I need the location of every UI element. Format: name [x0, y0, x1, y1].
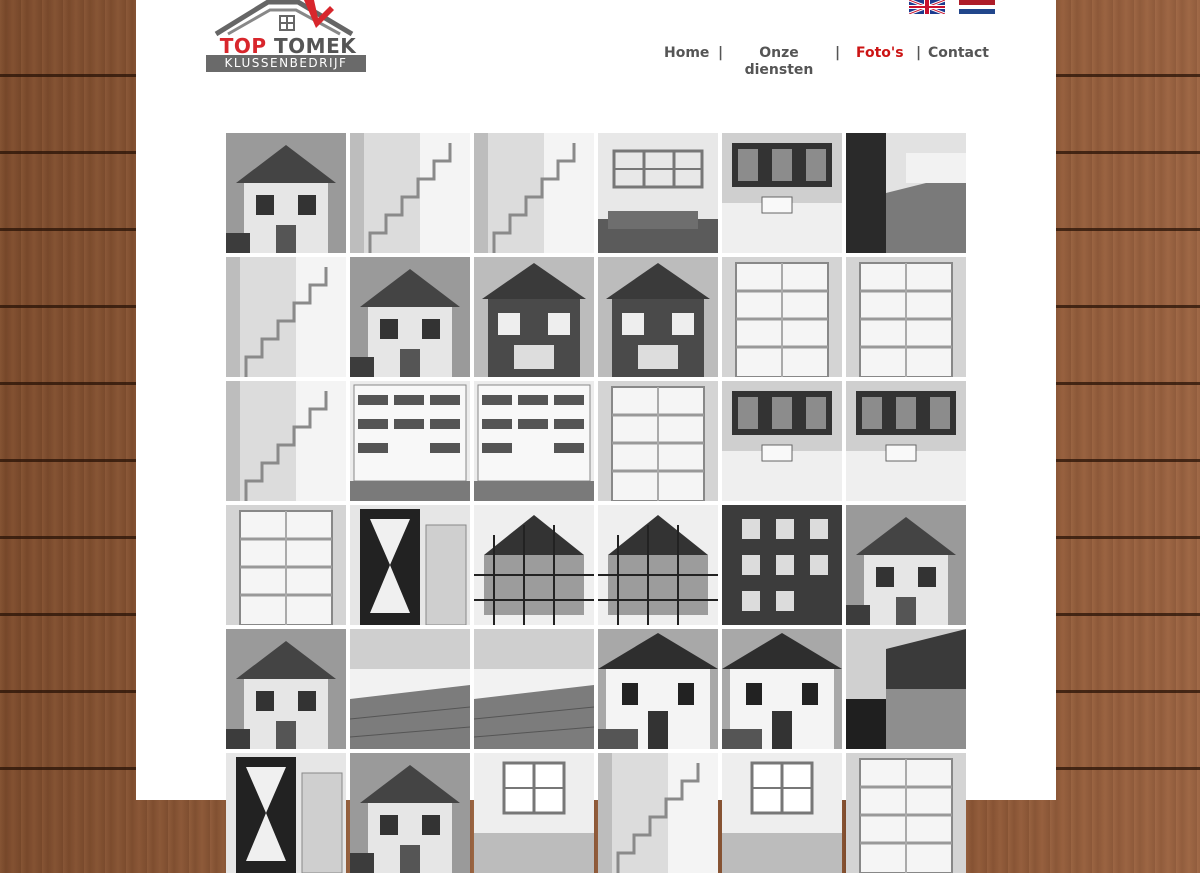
- photo-wall: [846, 629, 966, 749]
- photo-door: [350, 505, 470, 625]
- gallery-thumbnail[interactable]: [598, 257, 718, 377]
- photo-scaffold: [474, 505, 594, 625]
- photo-stairs: [226, 381, 346, 501]
- gallery-thumbnail[interactable]: [226, 505, 346, 625]
- gallery-thumbnail[interactable]: [722, 629, 842, 749]
- gallery-thumbnail[interactable]: [846, 133, 966, 253]
- nav-fotos[interactable]: Foto's: [856, 45, 904, 61]
- gallery-thumbnail[interactable]: [474, 133, 594, 253]
- photo-building: [722, 505, 842, 625]
- gallery-thumbnail[interactable]: [474, 381, 594, 501]
- photo-house: [226, 629, 346, 749]
- flag-en-icon[interactable]: [909, 0, 945, 14]
- gallery-thumbnail[interactable]: [598, 629, 718, 749]
- main-navigation: Home | Onze diensten | Foto's | Contact: [656, 44, 1016, 84]
- photo-whitehouse: [598, 629, 718, 749]
- photo-window: [722, 753, 842, 873]
- photo-bookcase: [350, 381, 470, 501]
- photo-stairs: [474, 133, 594, 253]
- gallery-thumbnail[interactable]: [350, 505, 470, 625]
- photo-brickhouse: [598, 257, 718, 377]
- photo-stairs: [598, 753, 718, 873]
- photo-house: [350, 257, 470, 377]
- gallery-thumbnail[interactable]: [598, 505, 718, 625]
- photo-gallery: [226, 133, 970, 873]
- gallery-thumbnail[interactable]: [846, 753, 966, 873]
- photo-house: [226, 133, 346, 253]
- photo-door: [226, 753, 346, 873]
- gallery-thumbnail[interactable]: [474, 505, 594, 625]
- logo[interactable]: TOP TOMEK KLUSSENBEDRIJF: [206, 0, 368, 76]
- gallery-thumbnail[interactable]: [846, 629, 966, 749]
- nav-separator: |: [835, 45, 841, 61]
- photo-stairs: [226, 257, 346, 377]
- photo-cabinet: [598, 381, 718, 501]
- photo-floor: [350, 629, 470, 749]
- gallery-thumbnail[interactable]: [226, 753, 346, 873]
- nav-contact[interactable]: Contact: [928, 45, 989, 61]
- gallery-thumbnail[interactable]: [598, 753, 718, 873]
- nav-separator: |: [718, 45, 724, 61]
- photo-cabinet: [846, 257, 966, 377]
- photo-interior: [722, 133, 842, 253]
- gallery-thumbnail[interactable]: [722, 381, 842, 501]
- gallery-thumbnail[interactable]: [350, 753, 470, 873]
- logo-subtitle: KLUSSENBEDRIJF: [206, 55, 366, 72]
- gallery-thumbnail[interactable]: [226, 133, 346, 253]
- photo-house: [846, 505, 966, 625]
- gallery-thumbnail[interactable]: [722, 505, 842, 625]
- nav-onze-diensten[interactable]: Onze diensten: [730, 45, 828, 79]
- photo-house: [350, 753, 470, 873]
- gallery-thumbnail[interactable]: [846, 505, 966, 625]
- photo-interior: [722, 381, 842, 501]
- gallery-thumbnail[interactable]: [226, 381, 346, 501]
- gallery-thumbnail[interactable]: [598, 133, 718, 253]
- gallery-thumbnail[interactable]: [722, 133, 842, 253]
- gallery-thumbnail[interactable]: [350, 629, 470, 749]
- gallery-thumbnail[interactable]: [722, 753, 842, 873]
- gallery-thumbnail[interactable]: [598, 381, 718, 501]
- photo-floor: [474, 629, 594, 749]
- gallery-thumbnail[interactable]: [350, 133, 470, 253]
- photo-cabinet: [226, 505, 346, 625]
- photo-window: [474, 753, 594, 873]
- gallery-thumbnail[interactable]: [474, 753, 594, 873]
- photo-shelf: [598, 133, 718, 253]
- photo-interior: [846, 381, 966, 501]
- photo-stairs: [350, 133, 470, 253]
- photo-cabinet: [846, 753, 966, 873]
- photo-cabinet: [722, 257, 842, 377]
- photo-scaffold: [598, 505, 718, 625]
- gallery-thumbnail[interactable]: [226, 629, 346, 749]
- nav-separator: |: [916, 45, 922, 61]
- gallery-thumbnail[interactable]: [846, 381, 966, 501]
- gallery-thumbnail[interactable]: [846, 257, 966, 377]
- photo-brickhouse: [474, 257, 594, 377]
- gallery-thumbnail[interactable]: [350, 257, 470, 377]
- photo-boat: [846, 133, 966, 253]
- gallery-thumbnail[interactable]: [350, 381, 470, 501]
- gallery-thumbnail[interactable]: [722, 257, 842, 377]
- photo-whitehouse: [722, 629, 842, 749]
- gallery-thumbnail[interactable]: [474, 629, 594, 749]
- page-container: TOP TOMEK KLUSSENBEDRIJF Home | Onze die…: [136, 0, 1056, 873]
- gallery-thumbnail[interactable]: [226, 257, 346, 377]
- gallery-thumbnail[interactable]: [474, 257, 594, 377]
- flag-nl-icon[interactable]: [959, 0, 995, 14]
- nav-home[interactable]: Home: [664, 45, 709, 61]
- photo-bookcase: [474, 381, 594, 501]
